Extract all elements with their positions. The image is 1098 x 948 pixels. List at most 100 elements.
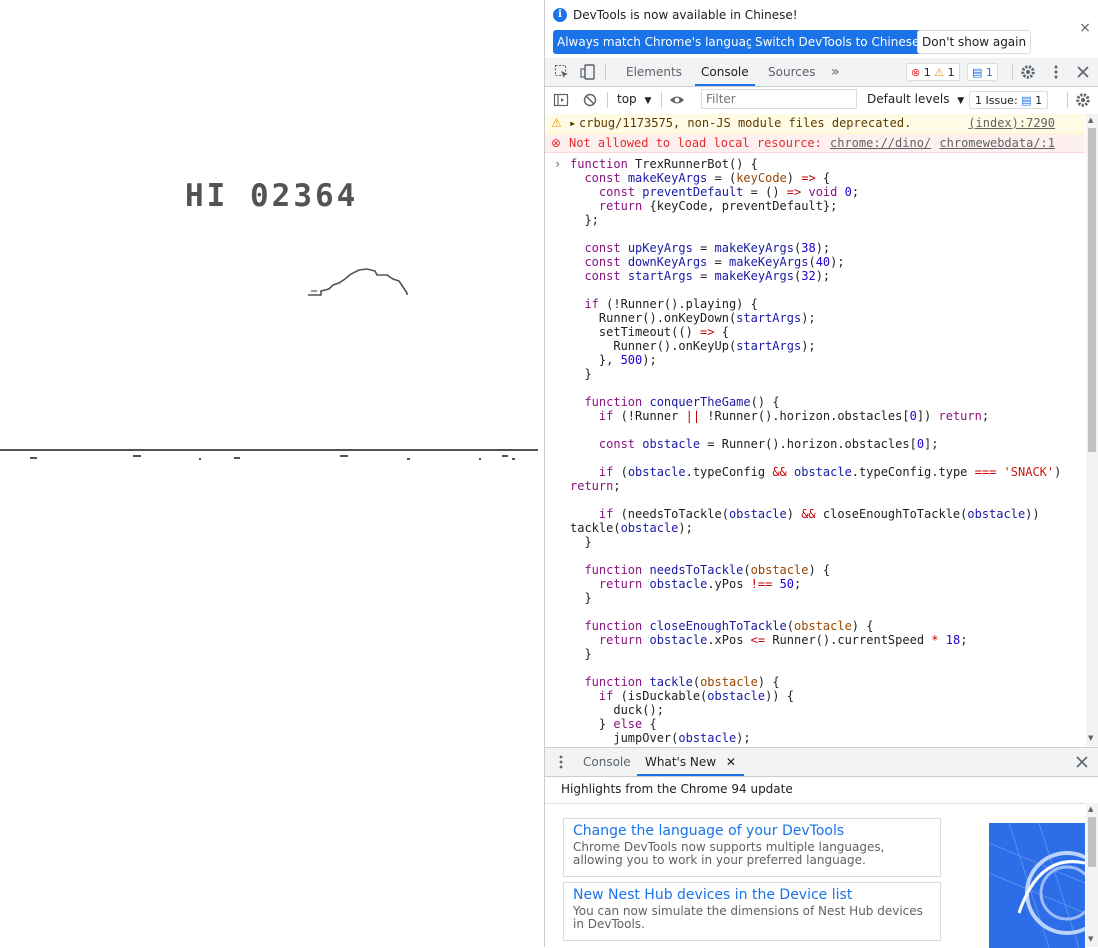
code-line: const startArgs = makeKeyArgs(32); <box>584 269 831 283</box>
live-expression-eye-icon[interactable] <box>669 92 685 108</box>
error-message: ⊗ Not allowed to load local resource: ch… <box>545 134 1085 153</box>
code-line: } <box>570 591 592 605</box>
info-icon: i <box>553 8 567 22</box>
warning-icon: ⚠ <box>934 66 945 79</box>
scroll-up-icon[interactable]: ▲ <box>1088 116 1093 124</box>
context-label: top <box>617 92 637 106</box>
scrollbar-thumb[interactable] <box>1088 128 1096 452</box>
always-match-language-button[interactable]: Always match Chrome's language <box>553 30 765 54</box>
code-line: function tackle(obstacle) { <box>584 675 780 689</box>
code-line: duck(); <box>570 703 664 717</box>
dont-show-again-button[interactable]: Don't show again <box>917 30 1032 54</box>
error-warning-counts[interactable]: ⊗ 1 ⚠ 1 <box>906 63 960 81</box>
show-sidebar-icon[interactable] <box>553 92 569 108</box>
tab-console[interactable]: Console <box>695 58 755 86</box>
code-line: function needsToTackle(obstacle) { <box>584 563 831 577</box>
language-infobar: i DevTools is now available in Chinese! … <box>545 0 1098 59</box>
close-infobar-icon[interactable]: × <box>1079 20 1091 36</box>
clear-console-icon[interactable] <box>582 92 598 108</box>
code-line: if (!Runner().playing) { <box>584 297 758 311</box>
more-tabs-icon[interactable]: » <box>831 58 840 86</box>
devtools-panel: i DevTools is now available in Chinese! … <box>544 0 1098 948</box>
issues-button[interactable]: 1 Issue: ▤ 1 <box>969 91 1049 109</box>
dino-game-canvas[interactable]: HI 02364 <box>0 0 544 947</box>
code-line: } else { <box>570 717 657 731</box>
drawer-tab-console[interactable]: Console <box>583 748 631 776</box>
divider <box>1012 64 1013 80</box>
main-tabbar: Elements Console Sources » ⊗ 1 ⚠ 1 ▤ 1 <box>545 58 1098 87</box>
whats-new-label: What's New <box>645 755 717 769</box>
code-line: function conquerTheGame() { <box>584 395 780 409</box>
code-line: function TrexRunnerBot() { <box>570 157 758 171</box>
ground-line <box>0 449 538 451</box>
pebble <box>502 455 508 457</box>
close-devtools-icon[interactable] <box>1075 64 1091 80</box>
drawer-scrollbar[interactable]: ▲ ▼ <box>1086 803 1098 947</box>
pebble <box>30 457 37 459</box>
switch-to-chinese-button[interactable]: Switch DevTools to Chinese <box>751 30 924 54</box>
code-line: } <box>570 745 606 746</box>
log-levels-dropdown[interactable]: Default levels ▼ <box>867 92 964 106</box>
error-icon: ⊗ <box>911 66 921 79</box>
chevron-down-icon: ▼ <box>957 96 965 106</box>
feature-card-desc: You can now simulate the dimensions of N… <box>573 904 923 931</box>
pebble <box>133 455 141 457</box>
scroll-down-icon[interactable]: ▼ <box>1088 734 1093 742</box>
issues-label: 1 Issue: <box>975 94 1018 107</box>
drawer-menu-icon[interactable] <box>555 754 567 770</box>
code-line: function closeEnoughToTackle(obstacle) { <box>584 619 874 633</box>
prompt-chevron-icon: › <box>554 157 562 171</box>
drawer-tab-whats-new[interactable]: What's New ✕ <box>637 748 744 776</box>
code-line: }, 500); <box>570 353 657 367</box>
code-line: const makeKeyArgs = (keyCode) => { <box>584 171 831 185</box>
console-output[interactable]: ⚠ ▸ crbug/1173575, non-JS module files d… <box>545 114 1085 746</box>
tab-elements[interactable]: Elements <box>626 58 682 86</box>
error-url-link[interactable]: chrome://dino/ <box>830 134 931 152</box>
pebble <box>512 458 515 460</box>
infobar-message: DevTools is now available in Chinese! <box>573 8 798 22</box>
tab-sources[interactable]: Sources <box>768 58 815 86</box>
warning-source-link[interactable]: (index):7290 <box>968 114 1055 132</box>
code-line: setTimeout(() => { <box>570 325 729 339</box>
device-toolbar-icon[interactable] <box>580 64 596 80</box>
whats-new-heading: Highlights from the Chrome 94 update <box>561 782 793 796</box>
console-scrollbar[interactable]: ▲ ▼ <box>1086 114 1098 746</box>
pebble <box>479 458 481 460</box>
code-line: tackle(obstacle); <box>570 521 693 535</box>
feature-card-title[interactable]: Change the language of your DevTools <box>573 823 931 839</box>
settings-gear-icon[interactable] <box>1020 64 1036 80</box>
issues-count: 1 <box>1035 94 1043 107</box>
error-source-link[interactable]: chromewebdata/:1 <box>939 134 1055 152</box>
feature-card[interactable]: Change the language of your DevTools Chr… <box>563 818 941 877</box>
code-line: return obstacle.yPos !== 50; <box>598 577 802 591</box>
cloud-icon <box>308 268 408 296</box>
error-icon: ⊗ <box>551 136 562 150</box>
divider <box>1067 92 1068 108</box>
code-line: const obstacle = Runner().horizon.obstac… <box>598 437 939 451</box>
promo-thumbnail-image <box>989 823 1085 948</box>
close-drawer-icon[interactable] <box>1075 755 1089 769</box>
scrollbar-thumb[interactable] <box>1088 817 1096 867</box>
expand-arrow-icon[interactable]: ▸ <box>569 114 576 132</box>
more-options-icon[interactable] <box>1048 64 1064 80</box>
inspect-element-icon[interactable] <box>554 64 570 80</box>
filter-input[interactable] <box>701 89 857 109</box>
close-tab-icon[interactable]: ✕ <box>726 755 736 769</box>
code-line: if (isDuckable(obstacle)) { <box>598 689 794 703</box>
scroll-down-icon[interactable]: ▼ <box>1088 935 1093 943</box>
console-settings-gear-icon[interactable] <box>1075 92 1091 108</box>
feature-card-title[interactable]: New Nest Hub devices in the Device list <box>573 887 931 903</box>
code-line: } <box>570 535 592 549</box>
console-toolbar: top ▼ Default levels ▼ 1 Issue: ▤ 1 <box>545 87 1098 115</box>
feature-card[interactable]: New Nest Hub devices in the Device list … <box>563 882 941 941</box>
scroll-up-icon[interactable]: ▲ <box>1088 805 1093 813</box>
error-count: 1 <box>923 66 931 79</box>
error-text: Not allowed to load local resource: <box>569 136 822 150</box>
info-counts[interactable]: ▤ 1 <box>967 63 998 81</box>
pebble <box>407 458 410 460</box>
code-line: return; <box>570 479 621 493</box>
context-selector[interactable]: top ▼ <box>617 92 651 106</box>
code-line: return {keyCode, preventDefault}; <box>598 199 838 213</box>
code-line: const upKeyArgs = makeKeyArgs(38); <box>584 241 831 255</box>
pebble <box>234 457 240 459</box>
